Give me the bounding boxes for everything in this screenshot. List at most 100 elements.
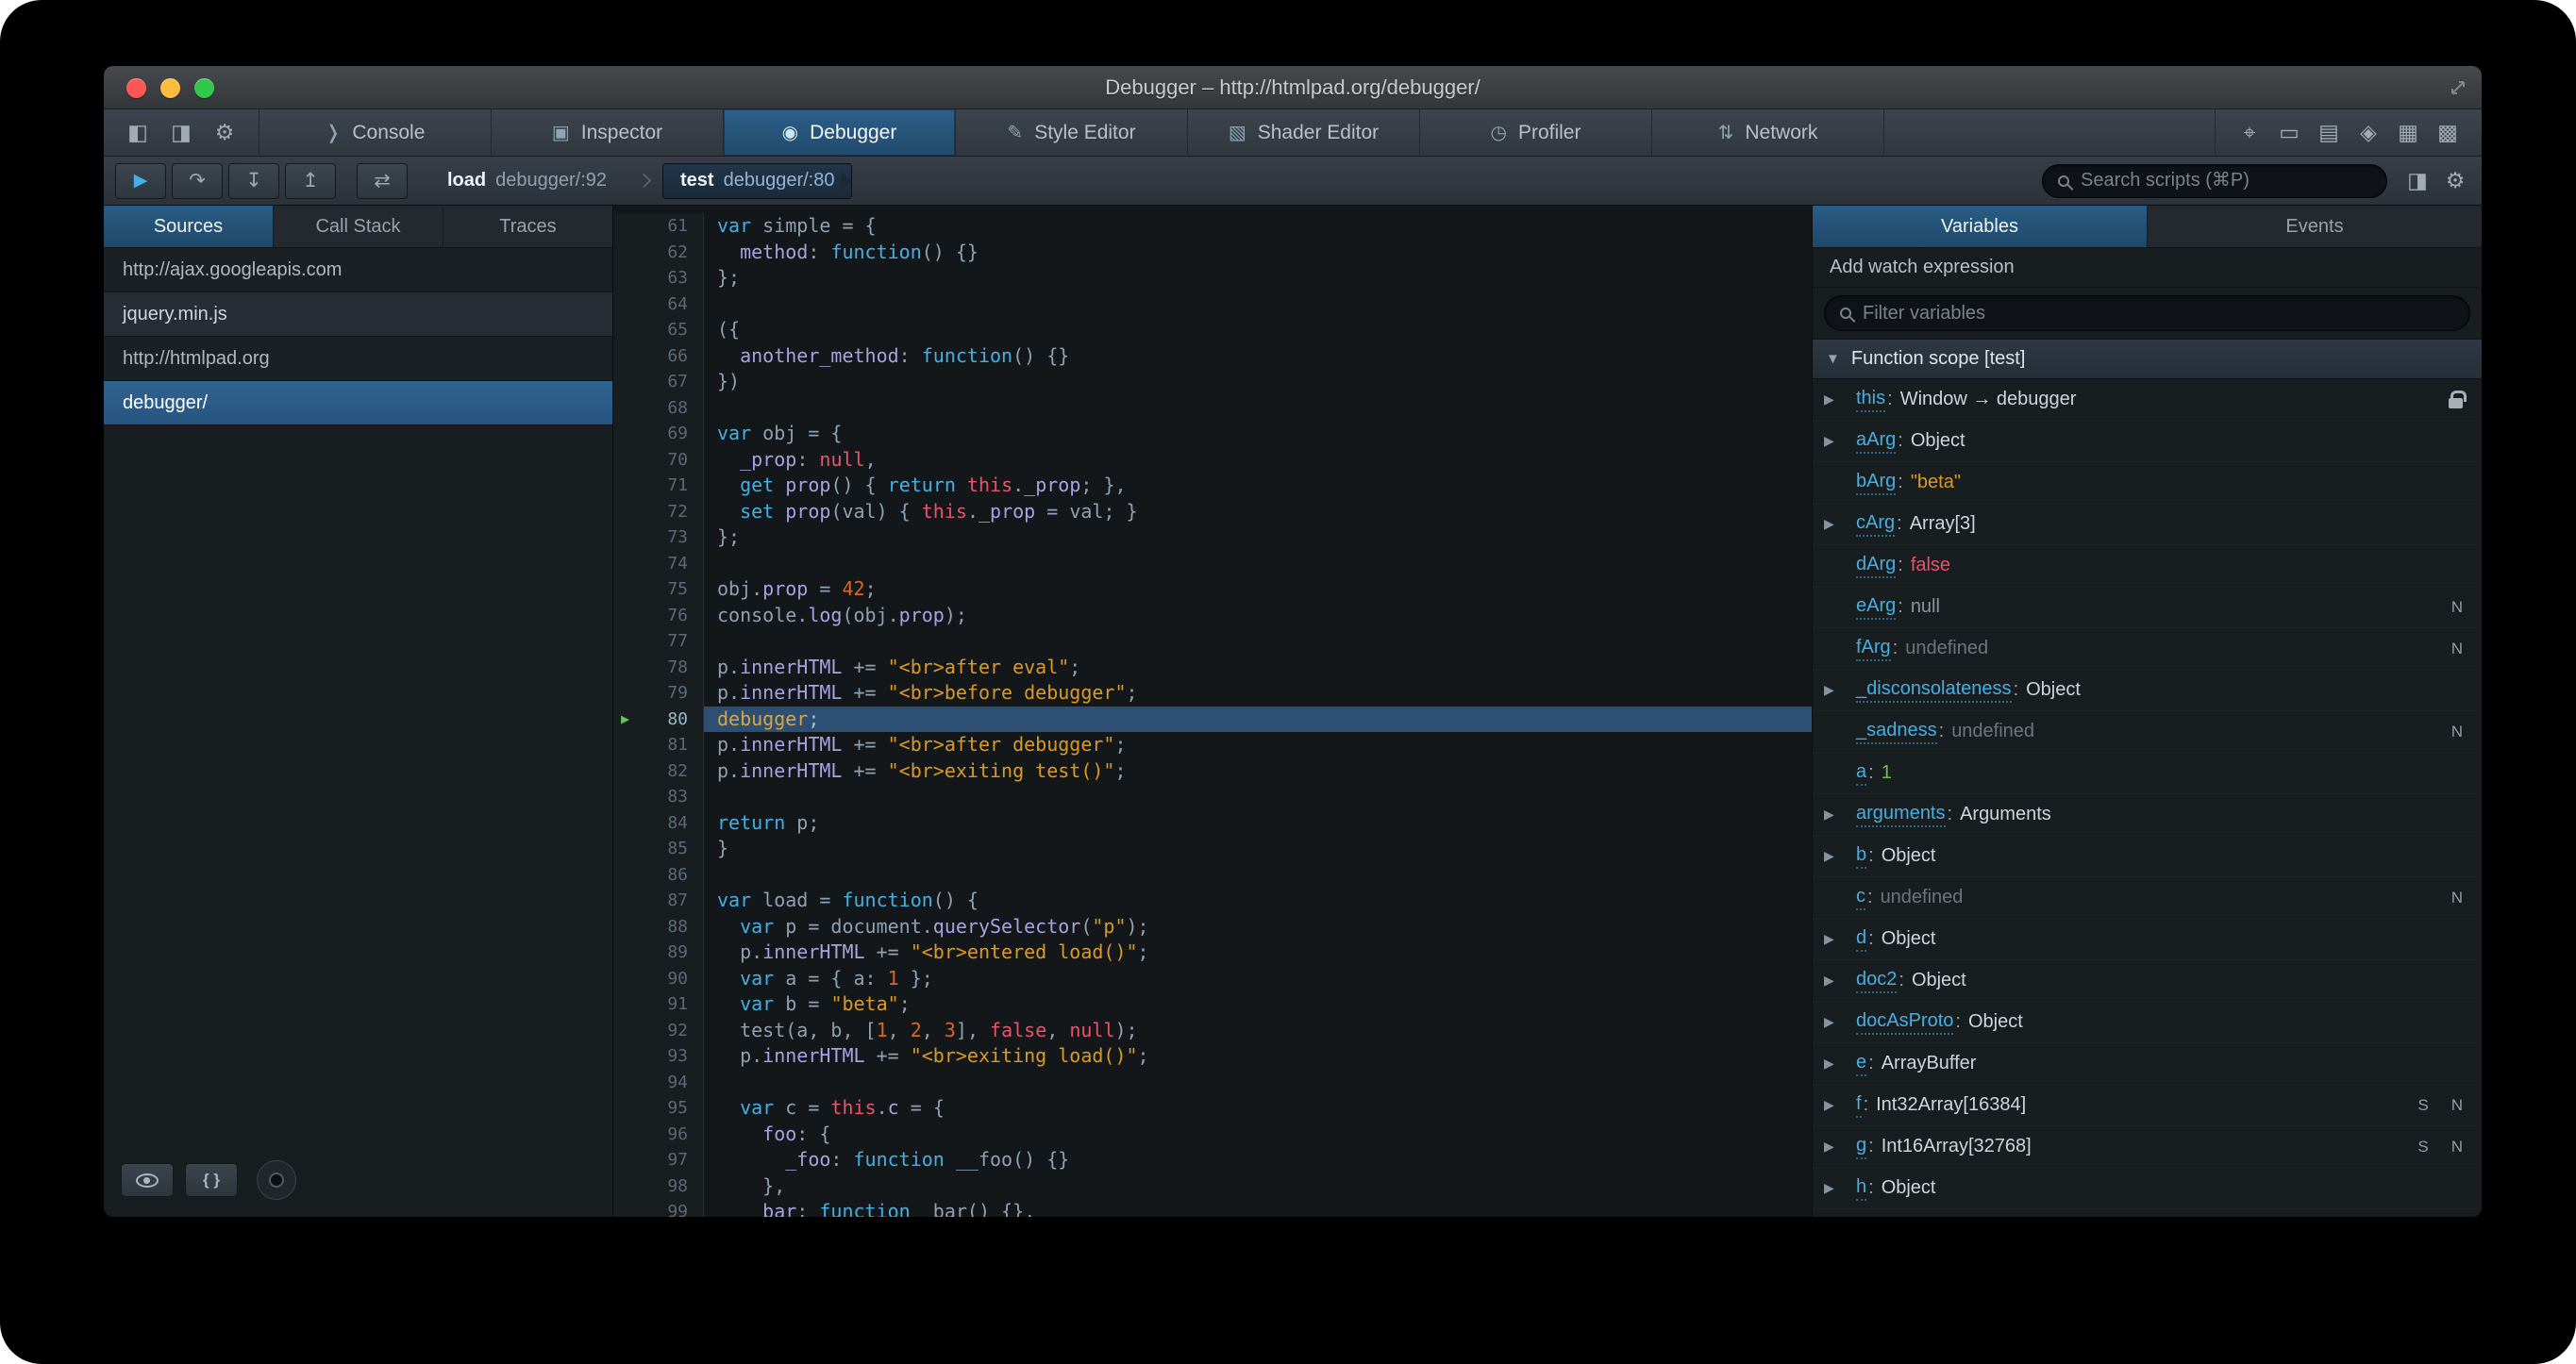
expander-icon[interactable]: ▶ <box>1824 1014 1856 1030</box>
variable-row-this[interactable]: ▶ this: Window → debugger <box>1813 379 2482 421</box>
variable-row-aArg[interactable]: ▶ aArg: Object <box>1813 421 2482 462</box>
zoom-button[interactable] <box>194 77 214 98</box>
code-line-61[interactable]: 61 var simple = { <box>613 213 1812 240</box>
code-line-72[interactable]: 72 set prop(val) { this._prop = val; } <box>613 498 1812 524</box>
code-line-97[interactable]: 97 _foo: function __foo() {} <box>613 1147 1812 1173</box>
devtools-options-gear-icon[interactable]: ⚙ <box>209 120 240 145</box>
variable-row-arguments[interactable]: ▶ arguments: Arguments <box>1813 794 2482 836</box>
code-line-66[interactable]: 66 another_method: function() {} <box>613 342 1812 369</box>
variables-tab-variables[interactable]: Variables <box>1813 206 2148 247</box>
code-line-62[interactable]: 62 method: function() {} <box>613 239 1812 265</box>
scope-header[interactable]: ▼ Function scope [test] <box>1813 340 2482 379</box>
tab-style-editor[interactable]: ✎ Style Editor <box>956 109 1188 156</box>
source-item-debugger-[interactable]: debugger/ <box>104 381 612 425</box>
responsive-mode-icon[interactable]: ▤ <box>2314 120 2344 145</box>
expander-icon[interactable]: ▶ <box>1824 682 1856 698</box>
toggle-breakpoints-button[interactable] <box>257 1160 296 1200</box>
variables-tab-events[interactable]: Events <box>2148 206 2482 247</box>
variable-row-a[interactable]: a:1 <box>1813 753 2482 794</box>
expander-icon[interactable]: ▶ <box>1824 807 1856 823</box>
variable-row-fArg[interactable]: fArg: undefined N <box>1813 628 2482 670</box>
breadcrumb-test[interactable]: test debugger/:80 <box>662 162 853 199</box>
expander-icon[interactable]: ▶ <box>1824 1097 1856 1113</box>
code-line-68[interactable]: 68 <box>613 394 1812 421</box>
pick-element-icon[interactable]: ⌖ <box>2234 120 2265 145</box>
tab-inspector[interactable]: ▣ Inspector <box>492 109 724 156</box>
code-line-92[interactable]: 92 test(a, b, [1, 2, 3], false, null); <box>613 1017 1812 1043</box>
code-line-63[interactable]: 63}; <box>613 265 1812 291</box>
variable-row-c[interactable]: c: undefined N <box>1813 877 2482 919</box>
resize-icon[interactable] <box>2448 77 2468 98</box>
code-line-79[interactable]: 79 p.innerHTML += "<br>before debugger"; <box>613 680 1812 707</box>
variable-row-d[interactable]: ▶ d: Object <box>1813 919 2482 960</box>
variable-row-cArg[interactable]: ▶ cArg: Array[3] <box>1813 504 2482 545</box>
prettify-source-button[interactable]: { } <box>185 1163 238 1197</box>
code-line-69[interactable]: 69 var obj = { <box>613 421 1812 447</box>
step-over-button[interactable]: ↷ <box>172 162 223 199</box>
tab-shader-editor[interactable]: ▧ Shader Editor <box>1188 109 1420 156</box>
breadcrumb-load[interactable]: load debugger/:92 <box>430 163 624 199</box>
variable-row-docAsProto[interactable]: ▶ docAsProto: Object <box>1813 1002 2482 1043</box>
add-watch-expression[interactable]: Add watch expression <box>1813 248 2482 288</box>
code-line-85[interactable]: 85} <box>613 836 1812 862</box>
sources-tab-traces[interactable]: Traces <box>443 206 612 247</box>
code-editor[interactable]: 61 var simple = {62 method: function() {}… <box>613 206 1812 1217</box>
code-line-86[interactable]: 86 <box>613 861 1812 888</box>
variable-row-doc2[interactable]: ▶ doc2: Object <box>1813 960 2482 1002</box>
source-item-http-ajax-googleapis-com[interactable]: http://ajax.googleapis.com <box>104 248 612 292</box>
code-line-64[interactable]: 64 <box>613 291 1812 317</box>
variable-row-e[interactable]: ▶ e: ArrayBuffer <box>1813 1043 2482 1085</box>
code-line-74[interactable]: 74 <box>613 550 1812 576</box>
dock-mode-icon[interactable]: ◧ <box>123 120 153 145</box>
toggle-panes-icon[interactable]: ◨ <box>2402 168 2433 193</box>
code-line-75[interactable]: 75 obj.prop = 42; <box>613 576 1812 603</box>
tab-profiler[interactable]: ◷ Profiler <box>1420 109 1652 156</box>
resume-button[interactable]: ▶ <box>115 162 166 199</box>
expander-icon[interactable]: ▶ <box>1824 391 1856 408</box>
code-line-88[interactable]: 88 var p = document.querySelector("p"); <box>613 913 1812 940</box>
code-line-84[interactable]: 84 return p; <box>613 809 1812 836</box>
filter-variables-input[interactable] <box>1863 302 2454 324</box>
variable-row-_disconsolateness[interactable]: ▶ _disconsolateness: Object <box>1813 670 2482 711</box>
code-line-83[interactable]: 83 <box>613 784 1812 810</box>
split-console-icon[interactable]: ▭ <box>2274 120 2304 145</box>
code-line-78[interactable]: 78 p.innerHTML += "<br>after eval"; <box>613 654 1812 680</box>
expander-icon[interactable]: ▶ <box>1824 931 1856 947</box>
expander-icon[interactable]: ▶ <box>1824 1056 1856 1072</box>
code-line-87[interactable]: 87 var load = function() { <box>613 888 1812 914</box>
code-line-99[interactable]: 99 bar: function _bar() {}, <box>613 1199 1812 1217</box>
step-in-button[interactable]: ↧ <box>228 162 279 199</box>
expander-icon[interactable]: ▶ <box>1824 848 1856 864</box>
tab-debugger[interactable]: ◉ Debugger <box>724 109 956 156</box>
code-line-89[interactable]: 89 p.innerHTML += "<br>entered load()"; <box>613 940 1812 966</box>
code-line-94[interactable]: 94 <box>613 1069 1812 1095</box>
variable-row-bArg[interactable]: bArg: "beta" <box>1813 462 2482 504</box>
pause-on-exceptions-button[interactable]: ⇄ <box>357 162 408 199</box>
code-line-65[interactable]: 65({ <box>613 317 1812 343</box>
variable-row-b[interactable]: ▶ b: Object <box>1813 836 2482 877</box>
variable-row-_sadness[interactable]: _sadness: undefined N <box>1813 711 2482 753</box>
code-line-80[interactable]: 80 ▶ debugger; <box>613 706 1812 732</box>
code-line-98[interactable]: 98 }, <box>613 1173 1812 1199</box>
blackbox-source-button[interactable] <box>121 1163 174 1197</box>
tilt-3d-icon[interactable]: ▩ <box>2433 120 2463 145</box>
expander-icon[interactable]: ▶ <box>1824 433 1856 449</box>
code-line-77[interactable]: 77 <box>613 628 1812 655</box>
code-line-76[interactable]: 76 console.log(obj.prop); <box>613 602 1812 628</box>
code-line-81[interactable]: 81 p.innerHTML += "<br>after debugger"; <box>613 732 1812 758</box>
expander-icon[interactable]: ▶ <box>1824 1180 1856 1196</box>
variable-row-g[interactable]: ▶ g: Int16Array[32768] S N <box>1813 1126 2482 1168</box>
sources-tab-sources[interactable]: Sources <box>104 206 274 247</box>
tab-network[interactable]: ⇅ Network <box>1652 109 1884 156</box>
minimize-button[interactable] <box>160 77 180 98</box>
code-line-90[interactable]: 90 var a = { a: 1 }; <box>613 965 1812 991</box>
expander-icon[interactable]: ▶ <box>1824 516 1856 532</box>
code-line-95[interactable]: 95 var c = this.c = { <box>613 1095 1812 1122</box>
expander-icon[interactable]: ▶ <box>1824 973 1856 989</box>
source-item-http-htmlpad-org[interactable]: http://htmlpad.org <box>104 337 612 381</box>
code-line-82[interactable]: 82 p.innerHTML += "<br>exiting test()"; <box>613 757 1812 784</box>
variable-row-eArg[interactable]: eArg: null N <box>1813 587 2482 628</box>
close-button[interactable] <box>126 77 146 98</box>
sources-tab-call-stack[interactable]: Call Stack <box>274 206 443 247</box>
code-line-70[interactable]: 70 _prop: null, <box>613 446 1812 473</box>
